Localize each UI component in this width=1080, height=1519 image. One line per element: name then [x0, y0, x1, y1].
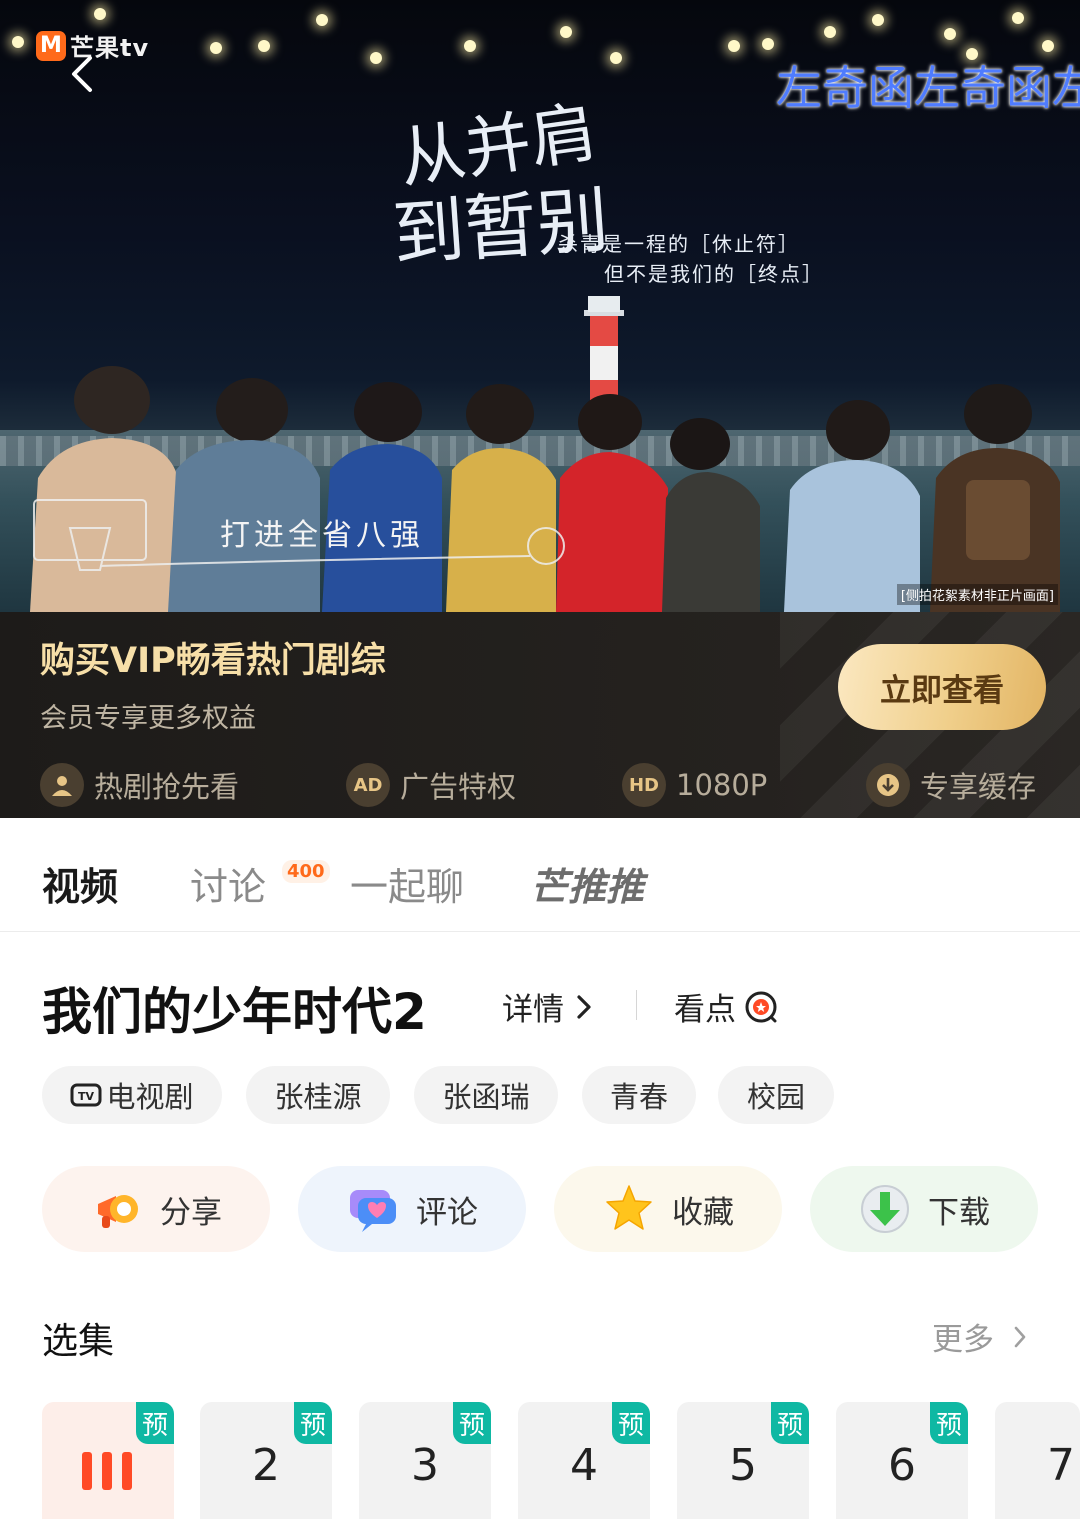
- more-label: 更多: [932, 1322, 994, 1358]
- chevron-left-icon: [72, 56, 92, 92]
- tab-discussion[interactable]: 讨论: [190, 856, 266, 911]
- perk-ad-privilege[interactable]: AD 广告特权: [346, 760, 516, 810]
- tab-video[interactable]: 视频: [42, 856, 118, 911]
- perk-label: 热剧抢先看: [94, 770, 240, 804]
- perk-label: 专享缓存: [920, 770, 1037, 804]
- detail-link[interactable]: 详情: [502, 984, 594, 1029]
- tag-actor-zhang-hanrui[interactable]: 张函瑞: [414, 1066, 558, 1124]
- highlight-star-icon: [745, 991, 777, 1022]
- chevron-right-icon: [577, 994, 591, 1019]
- episode-item[interactable]: 4 预: [518, 1402, 650, 1519]
- content-tabs: 视频 讨论 400 一起聊 芒推推: [0, 818, 1080, 932]
- tag-tv-series[interactable]: TV 电视剧: [42, 1066, 222, 1124]
- preview-badge: 预: [453, 1402, 491, 1444]
- tag-youth[interactable]: 青春: [582, 1066, 696, 1124]
- highlights-label: 看点: [674, 992, 736, 1028]
- preview-badge: 预: [930, 1402, 968, 1444]
- hd-icon: HD: [622, 763, 666, 807]
- tab-mang-tui-tui[interactable]: 芒推推: [530, 856, 644, 911]
- preview-badge: 预: [136, 1402, 174, 1444]
- crown-user-icon: [40, 763, 84, 807]
- vip-view-now-button[interactable]: 立即查看: [838, 644, 1046, 730]
- danmaku-text: 左奇函左奇函左: [776, 61, 1080, 115]
- episodes-section-title: 选集: [42, 1321, 115, 1362]
- vip-banner: 购买VIP畅看热门剧综 会员专享更多权益 立即查看 热剧抢先看 AD 广告特权 …: [0, 612, 1080, 818]
- episode-number: 3: [411, 1440, 439, 1491]
- show-title: 我们的少年时代2: [42, 983, 427, 1041]
- preview-badge: 预: [612, 1402, 650, 1444]
- comment-label: 评论: [416, 1194, 478, 1231]
- download-label: 下载: [928, 1194, 990, 1231]
- comment-button[interactable]: 评论: [298, 1166, 526, 1252]
- episode-item[interactable]: 6 预: [836, 1402, 968, 1519]
- perk-exclusive-cache[interactable]: 专享缓存: [866, 760, 1036, 810]
- vip-subtitle: 会员专享更多权益: [40, 703, 256, 734]
- svg-text:TV: TV: [78, 1090, 95, 1103]
- title-divider: [636, 990, 637, 1020]
- star-icon: [606, 1185, 652, 1230]
- detail-label: 详情: [502, 992, 564, 1028]
- episode-number: 4: [570, 1440, 598, 1491]
- episode-item[interactable]: 3 预: [359, 1402, 491, 1519]
- favorite-label: 收藏: [672, 1194, 734, 1231]
- episode-number: 2: [252, 1440, 280, 1491]
- more-episodes-link[interactable]: 更多: [932, 1314, 1028, 1359]
- preview-badge: 预: [294, 1402, 332, 1444]
- tag-actor-zhang-guiyuan[interactable]: 张桂源: [246, 1066, 390, 1124]
- share-button[interactable]: 分享: [42, 1166, 270, 1252]
- download-arrow-icon: [861, 1185, 909, 1233]
- download-icon: [866, 763, 910, 807]
- preview-badge: 预: [771, 1402, 809, 1444]
- vip-perks: 热剧抢先看 AD 广告特权 HD 1080P 专享缓存: [0, 760, 1080, 810]
- now-playing-icon: [82, 1452, 132, 1490]
- perk-early-access[interactable]: 热剧抢先看: [40, 760, 239, 810]
- chevron-right-icon: [1014, 1326, 1026, 1347]
- tab-chat-together[interactable]: 一起聊: [350, 856, 464, 911]
- perk-label: 广告特权: [400, 770, 517, 804]
- vip-title: 购买VIP畅看热门剧综: [40, 641, 386, 681]
- download-button[interactable]: 下载: [810, 1166, 1038, 1252]
- perk-label: 1080P: [676, 768, 768, 802]
- episode-item[interactable]: 5 预: [677, 1402, 809, 1519]
- episode-number: 6: [888, 1440, 916, 1491]
- back-button[interactable]: [62, 52, 106, 96]
- episode-number: 5: [729, 1440, 757, 1491]
- tag-label: 电视剧: [106, 1080, 194, 1114]
- episode-item-1-playing[interactable]: 预: [42, 1402, 174, 1519]
- megaphone-icon: [98, 1195, 138, 1228]
- ad-free-icon: AD: [346, 763, 390, 807]
- share-label: 分享: [160, 1194, 222, 1231]
- video-player[interactable]: 从并肩 到暂别 杀青是一程的［休止符］ 但不是我们的［终点］ 打进全省八强 [侧…: [0, 0, 1080, 612]
- tv-icon: TV: [70, 1083, 102, 1107]
- video-handwritten-caption: 打进全省八强: [220, 518, 424, 553]
- episode-number: 7: [1047, 1440, 1075, 1491]
- video-disclaimer-watermark: [侧拍花絮素材非正片画面]: [896, 584, 1058, 605]
- tag-campus[interactable]: 校园: [718, 1066, 834, 1124]
- episode-item[interactable]: 7: [995, 1402, 1080, 1519]
- episode-item[interactable]: 2 预: [200, 1402, 332, 1519]
- discussion-count-badge: 400: [282, 860, 330, 883]
- chat-heart-icon: [350, 1190, 396, 1232]
- favorite-button[interactable]: 收藏: [554, 1166, 782, 1252]
- highlights-link[interactable]: 看点: [674, 984, 778, 1029]
- perk-1080p[interactable]: HD 1080P: [622, 760, 767, 810]
